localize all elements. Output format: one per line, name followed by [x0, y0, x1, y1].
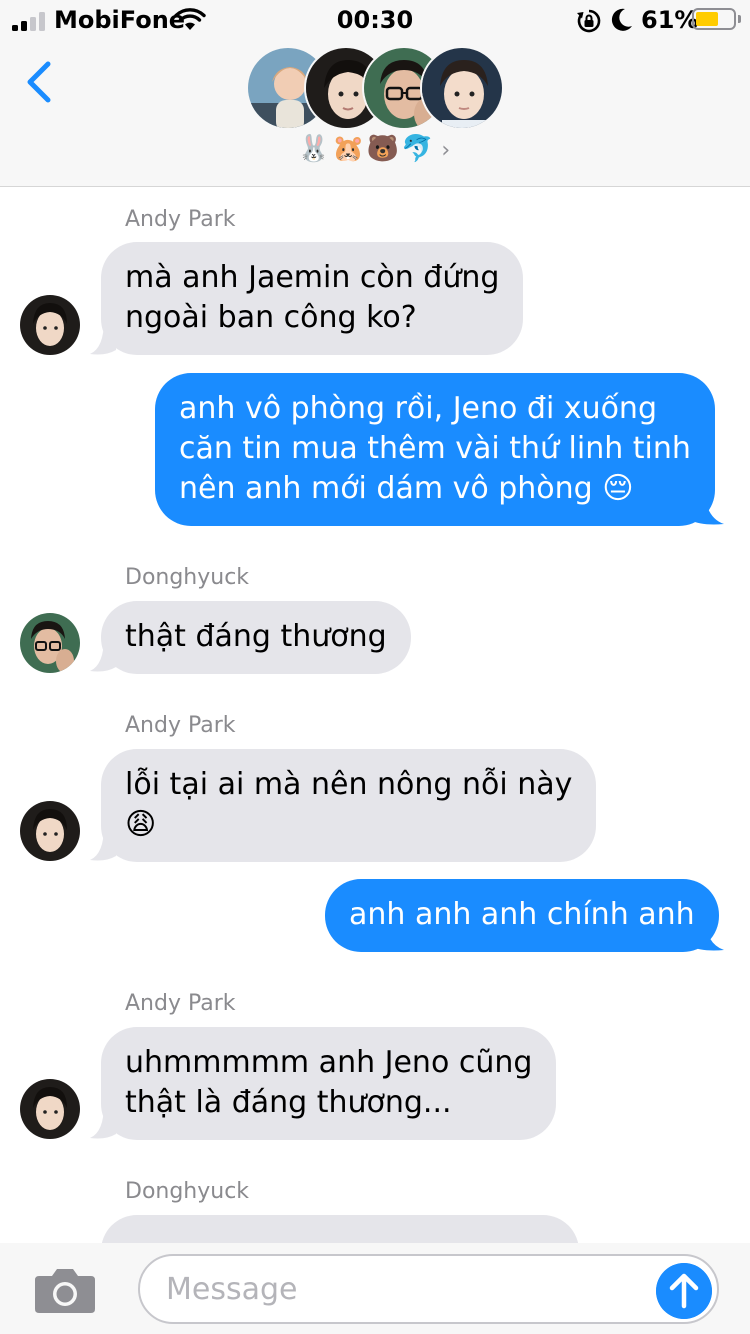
- back-button[interactable]: [18, 58, 62, 106]
- message-text: uhmmmmm anh Jeno cũng: [125, 1045, 533, 1080]
- camera-icon[interactable]: [33, 1266, 97, 1314]
- group-name[interactable]: 🐰🐹🐻🐬 ›: [0, 134, 750, 164]
- message-text: ngoài ban công ko?: [125, 300, 417, 335]
- battery-percent: 61%: [641, 6, 699, 34]
- message-bubble[interactable]: anh anh anh chính anh: [325, 879, 719, 952]
- message-field[interactable]: [138, 1254, 719, 1324]
- message-bubble[interactable]: lỗi tại ai mà nên nông nỗi này 😩: [101, 749, 597, 862]
- message-bubble[interactable]: thật đáng thương: [101, 601, 411, 674]
- message-text: lỗi tại ai mà nên nông nỗi này: [125, 767, 573, 802]
- sender-name: Donghyuck: [125, 565, 250, 590]
- message-input[interactable]: [166, 1266, 636, 1312]
- message-text: nên anh mới dám vô phòng 😔: [179, 471, 634, 506]
- group-avatars[interactable]: [246, 46, 506, 130]
- sender-name: Andy Park: [125, 207, 236, 232]
- moon-icon: [611, 8, 632, 31]
- battery-tip: [738, 15, 741, 23]
- message-text: thật đáng thương: [125, 619, 387, 654]
- battery-icon: [692, 8, 736, 30]
- message-text: mà anh Jaemin còn đứng: [125, 260, 500, 295]
- messages-screen: MobiFone 00:30 61% 🐰🐹🐻🐬 › Andy Park mà a…: [0, 0, 750, 1334]
- send-button[interactable]: [656, 1263, 712, 1319]
- message-text: anh anh anh chính anh: [349, 897, 695, 932]
- rotation-lock-icon: [577, 9, 601, 33]
- avatar: [420, 46, 504, 130]
- message-text: anh vô phòng rồi, Jeno đi xuống: [179, 391, 657, 426]
- message-input-bar: [0, 1243, 750, 1334]
- avatar: [20, 801, 80, 861]
- message-text: thật là đáng thương...: [125, 1085, 452, 1120]
- sender-name: Andy Park: [125, 713, 236, 738]
- sender-name: Donghyuck: [125, 1179, 250, 1204]
- conversation-header: 🐰🐹🐻🐬 ›: [0, 40, 750, 187]
- sender-name: Andy Park: [125, 991, 236, 1016]
- message-bubble[interactable]: mà anh Jaemin còn đứng ngoài ban công ko…: [101, 242, 524, 355]
- status-time: 00:30: [336, 6, 414, 34]
- avatar: [20, 295, 80, 355]
- message-bubble[interactable]: anh vô phòng rồi, Jeno đi xuống căn tin …: [155, 373, 715, 526]
- avatar: [20, 1079, 80, 1139]
- message-bubble[interactable]: uhmmmmm anh Jeno cũng thật là đáng thươn…: [101, 1027, 557, 1140]
- chevron-right-icon: ›: [441, 138, 453, 163]
- message-text: 😩: [125, 807, 157, 842]
- status-bar: MobiFone 00:30 61%: [0, 0, 750, 40]
- message-text: căn tin mua thêm vài thứ linh tinh: [179, 431, 691, 466]
- member-emojis: 🐰🐹🐻🐬: [297, 134, 436, 164]
- avatar: [20, 613, 80, 673]
